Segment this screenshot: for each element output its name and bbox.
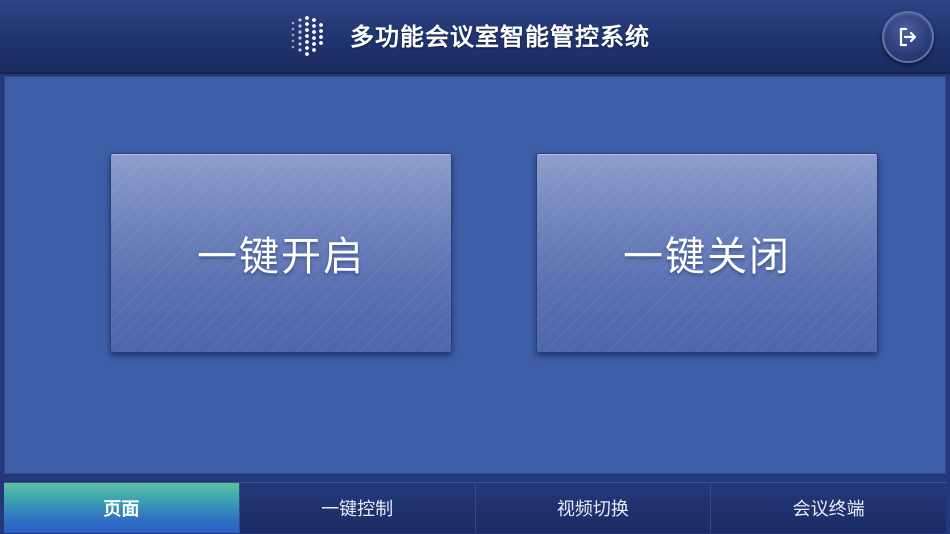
main-panel: 一键开启 一键关闭 bbox=[4, 76, 946, 474]
logout-button[interactable] bbox=[882, 11, 934, 63]
one-key-off-label: 一键关闭 bbox=[623, 234, 791, 280]
tab-video-switch[interactable]: 视频切换 bbox=[475, 483, 712, 533]
tab-page[interactable]: 页面 bbox=[4, 483, 240, 533]
one-key-on-button[interactable]: 一键开启 bbox=[110, 153, 452, 353]
one-key-on-label: 一键开启 bbox=[197, 234, 365, 280]
bottom-nav: 页面 一键控制 视频切换 会议终端 bbox=[4, 482, 946, 533]
app-frame: 多功能会议室智能管控系统 一键开启 一键关闭 页面 一键控制 视频切换 会议终端 bbox=[0, 0, 950, 534]
logout-icon bbox=[899, 27, 917, 47]
page-title: 多功能会议室智能管控系统 bbox=[350, 23, 650, 51]
dot-matrix-logo-icon bbox=[291, 16, 323, 56]
tab-one-key-control[interactable]: 一键控制 bbox=[239, 483, 476, 533]
one-key-off-button[interactable]: 一键关闭 bbox=[536, 153, 878, 353]
header-bar: 多功能会议室智能管控系统 bbox=[0, 0, 950, 74]
tab-conference-terminal[interactable]: 会议终端 bbox=[711, 483, 946, 533]
